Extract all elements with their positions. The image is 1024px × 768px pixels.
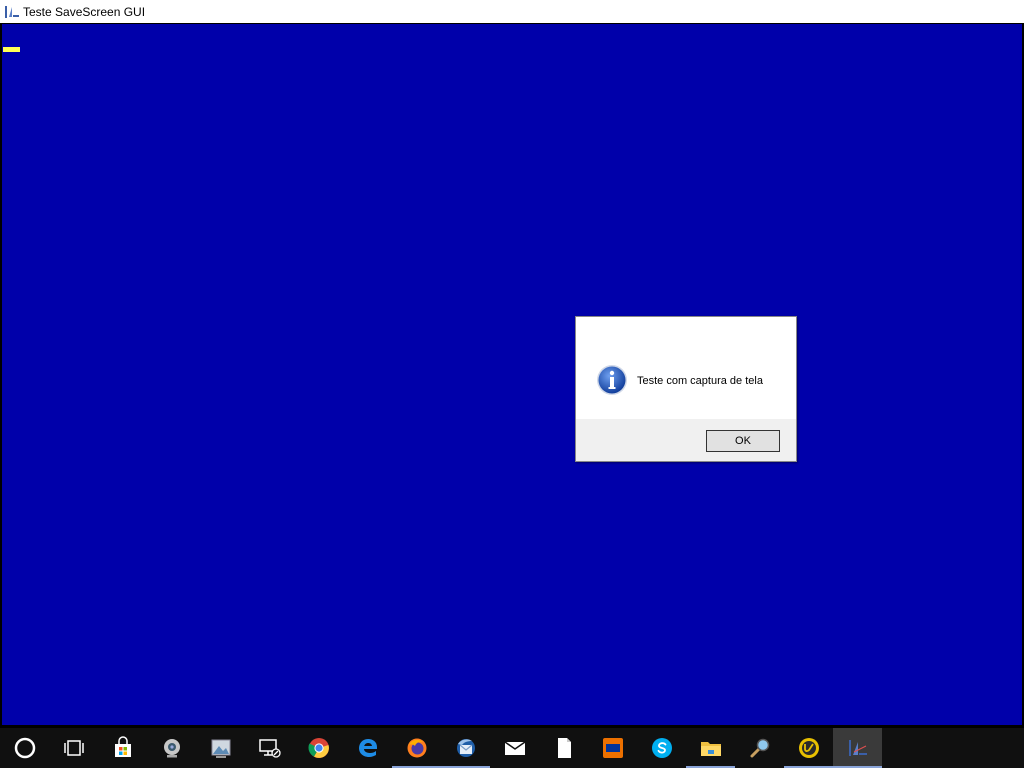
thunderbird-icon xyxy=(456,739,475,757)
cortana-button[interactable] xyxy=(0,728,49,768)
message-dialog: Teste com captura de tela OK xyxy=(575,316,797,462)
ultraedit-button[interactable] xyxy=(784,728,833,768)
cortana-icon xyxy=(14,737,35,759)
search-magnifier-button[interactable] xyxy=(735,728,784,768)
text-cursor xyxy=(3,47,20,52)
task-view-button[interactable] xyxy=(49,728,98,768)
window-title: Teste SaveScreen GUI xyxy=(23,4,146,19)
document-button[interactable] xyxy=(539,728,588,768)
thunderbird-button[interactable] xyxy=(441,728,490,768)
firefox-button[interactable] xyxy=(392,728,441,768)
mail-icon xyxy=(504,741,525,755)
edge-button[interactable] xyxy=(343,728,392,768)
message-body: Teste com captura de tela xyxy=(576,317,796,419)
info-icon xyxy=(597,365,627,395)
itau-icon xyxy=(602,738,623,758)
taskbar xyxy=(0,728,1024,768)
window-title-bar[interactable]: Teste SaveScreen GUI xyxy=(0,0,1024,24)
chrome-button[interactable] xyxy=(294,728,343,768)
file-explorer-button[interactable] xyxy=(686,728,735,768)
firefox-icon xyxy=(407,738,426,758)
microsoft-store-button[interactable] xyxy=(98,728,147,768)
console-area[interactable] xyxy=(2,24,1022,725)
remote-desktop-button[interactable] xyxy=(245,728,294,768)
skype-button[interactable] xyxy=(637,728,686,768)
document-icon xyxy=(557,738,571,758)
remote-desktop-icon xyxy=(258,739,281,758)
search-magnifier-icon xyxy=(750,738,769,758)
ok-button[interactable]: OK xyxy=(706,430,780,452)
microsoft-store-icon xyxy=(114,736,131,757)
dialog-footer: OK xyxy=(576,419,796,461)
webcam-button[interactable] xyxy=(147,728,196,768)
itau-button[interactable] xyxy=(588,728,637,768)
photos-button[interactable] xyxy=(196,728,245,768)
task-view-icon xyxy=(63,740,84,756)
file-explorer-icon xyxy=(700,742,721,756)
java-app-icon xyxy=(5,5,19,18)
edge-icon xyxy=(358,739,377,757)
message-text: Teste com captura de tela xyxy=(637,375,763,387)
webcam-icon xyxy=(163,739,180,758)
java-app-button[interactable] xyxy=(833,728,882,768)
chrome-icon xyxy=(307,738,329,758)
skype-icon xyxy=(651,738,672,758)
ultraedit-icon xyxy=(798,738,819,758)
mail-button[interactable] xyxy=(490,728,539,768)
photos-icon xyxy=(211,739,230,758)
java-app-icon xyxy=(848,740,867,756)
